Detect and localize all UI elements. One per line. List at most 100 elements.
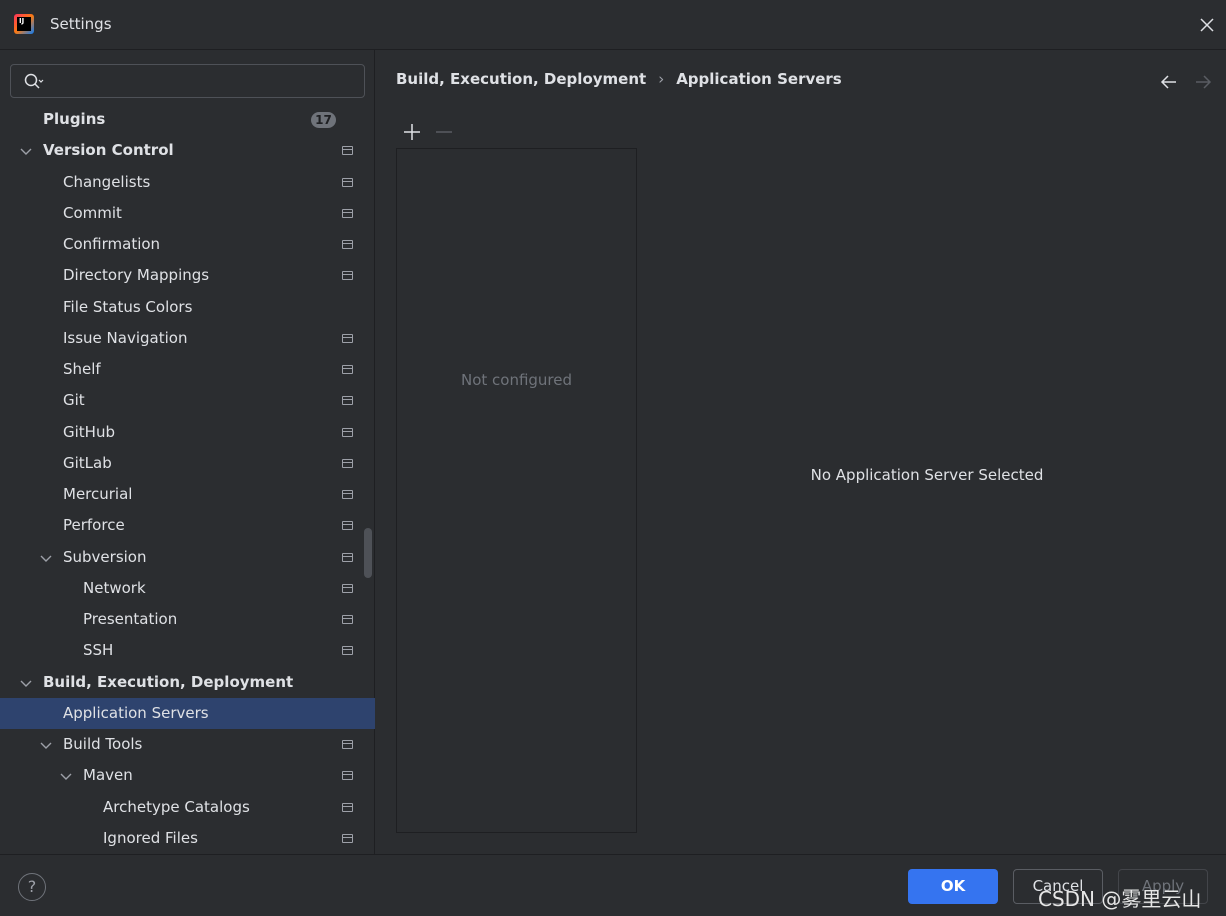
tree-item-ssh[interactable]: SSH [0,635,375,666]
tree-item-label: Perforce [63,516,125,535]
tree-item-git[interactable]: Git [0,385,375,416]
close-button[interactable] [1196,14,1218,36]
chevron-down-icon[interactable] [19,676,33,690]
tree-item-directory-mappings[interactable]: Directory Mappings [0,260,375,291]
project-settings-icon [342,833,353,843]
tree-item-perforce[interactable]: Perforce [0,510,375,541]
window-title: Settings [50,15,112,33]
project-settings-icon [342,208,353,218]
breadcrumb-parent[interactable]: Build, Execution, Deployment [396,70,646,88]
project-settings-icon [342,771,353,781]
tree-item-build-execution-deployment[interactable]: Build, Execution, Deployment [0,667,375,698]
breadcrumb: Build, Execution, Deployment › Application… [396,70,842,88]
tree-item-plugins[interactable]: Plugins 17 [0,104,375,135]
tree-item-shelf[interactable]: Shelf [0,354,375,385]
tree-item-label: File Status Colors [63,297,193,316]
search-icon [24,73,44,89]
title-bar: IJ Settings [0,0,1226,50]
chevron-down-icon[interactable] [39,738,53,752]
tree-item-github[interactable]: GitHub [0,417,375,448]
tree-item-label: Subversion [63,547,147,566]
tree-item-label: Ignored Files [103,828,198,847]
tree-item-mercurial[interactable]: Mercurial [0,479,375,510]
tree-item-build-tools[interactable]: Build Tools [0,729,375,760]
server-list[interactable]: Not configured [396,148,637,833]
tree-item-label: Changelists [63,172,151,191]
intellij-logo-icon: IJ [14,14,34,34]
add-server-button[interactable] [402,122,422,142]
search-input[interactable] [51,69,351,93]
project-settings-icon [342,458,353,468]
project-settings-icon [342,333,353,343]
project-settings-icon [342,271,353,281]
tree-item-label: Shelf [63,360,101,378]
project-settings-icon [342,615,353,624]
dialog-footer: ? OK Cancel Apply CSDN @雾里云山 [0,854,1226,916]
tree-item-label: Commit [63,203,122,222]
project-settings-icon [342,240,353,249]
update-count-badge: 17 [311,112,336,128]
search-box[interactable] [10,64,365,98]
help-button[interactable]: ? [18,873,46,901]
tree-item-confirmation[interactable]: Confirmation [0,229,375,260]
settings-sidebar: Plugins 17 Version Control Changelists Commi… [0,50,375,854]
project-settings-icon [342,521,353,531]
tree-item-application-servers[interactable]: Application Servers [0,697,375,729]
tree-item-label: Build, Execution, Deployment [43,672,294,691]
tree-item-ignored-files[interactable]: Ignored Files [0,823,375,854]
tree-item-commit[interactable]: Commit [0,198,375,229]
server-list-empty-text: Not configured [460,371,573,389]
tree-item-label: Application Servers [63,703,209,722]
tree-item-label: Issue Navigation [63,328,188,347]
tree-item-label: Build Tools [63,735,143,753]
tree-item-label: SSH [83,641,114,660]
tree-item-gitlab[interactable]: GitLab [0,448,375,479]
project-settings-icon [342,177,353,187]
tree-item-changelists[interactable]: Changelists [0,167,375,198]
minus-icon [436,131,452,133]
tree-item-label: Presentation [83,610,178,628]
tree-item-label: Archetype Catalogs [103,797,250,816]
tree-item-presentation[interactable]: Presentation [0,604,375,635]
arrow-left-icon [1160,75,1176,89]
project-settings-icon [342,396,353,406]
project-settings-icon [342,365,353,374]
tree-item-version-control[interactable]: Version Control [0,135,375,166]
tree-item-label: Directory Mappings [63,266,210,285]
settings-tree: Plugins 17 Version Control Changelists Commi… [0,104,375,854]
arrow-right-icon [1196,75,1212,89]
project-settings-icon [342,740,353,749]
chevron-down-icon[interactable] [19,144,33,158]
tree-item-label: Git [63,391,85,410]
tree-item-label: Confirmation [63,235,161,253]
project-settings-icon [342,552,353,562]
ok-button[interactable]: OK [908,869,998,904]
tree-item-label: Maven [83,766,133,785]
tree-item-maven[interactable]: Maven [0,760,375,791]
settings-content: Build, Execution, Deployment › Application… [376,50,1226,854]
back-button[interactable] [1159,73,1179,91]
tree-item-archetype-catalogs[interactable]: Archetype Catalogs [0,792,375,823]
tree-item-subversion[interactable]: Subversion [0,542,375,573]
tree-item-issue-navigation[interactable]: Issue Navigation [0,323,375,354]
close-icon [1200,18,1214,32]
tree-item-label: GitLab [63,453,112,472]
logo-text: IJ [17,17,31,31]
chevron-down-icon[interactable] [59,769,73,783]
tree-item-label: Network [83,578,146,597]
forward-button[interactable] [1193,73,1213,91]
project-settings-icon [342,646,353,656]
watermark: CSDN @雾里云山 [1038,887,1202,911]
remove-server-button[interactable] [434,122,454,142]
project-settings-icon [342,427,353,437]
tree-item-network[interactable]: Network [0,573,375,604]
tree-item-file-status-colors[interactable]: File Status Colors [0,292,375,323]
project-settings-icon [342,146,353,156]
chevron-down-icon[interactable] [39,551,53,565]
tree-item-label: Plugins [43,110,106,128]
sidebar-scrollbar[interactable] [364,528,372,578]
plus-icon [404,124,420,140]
project-settings-icon [342,490,353,499]
tree-item-label: Mercurial [63,485,133,503]
tree-item-label: Version Control [43,141,174,160]
